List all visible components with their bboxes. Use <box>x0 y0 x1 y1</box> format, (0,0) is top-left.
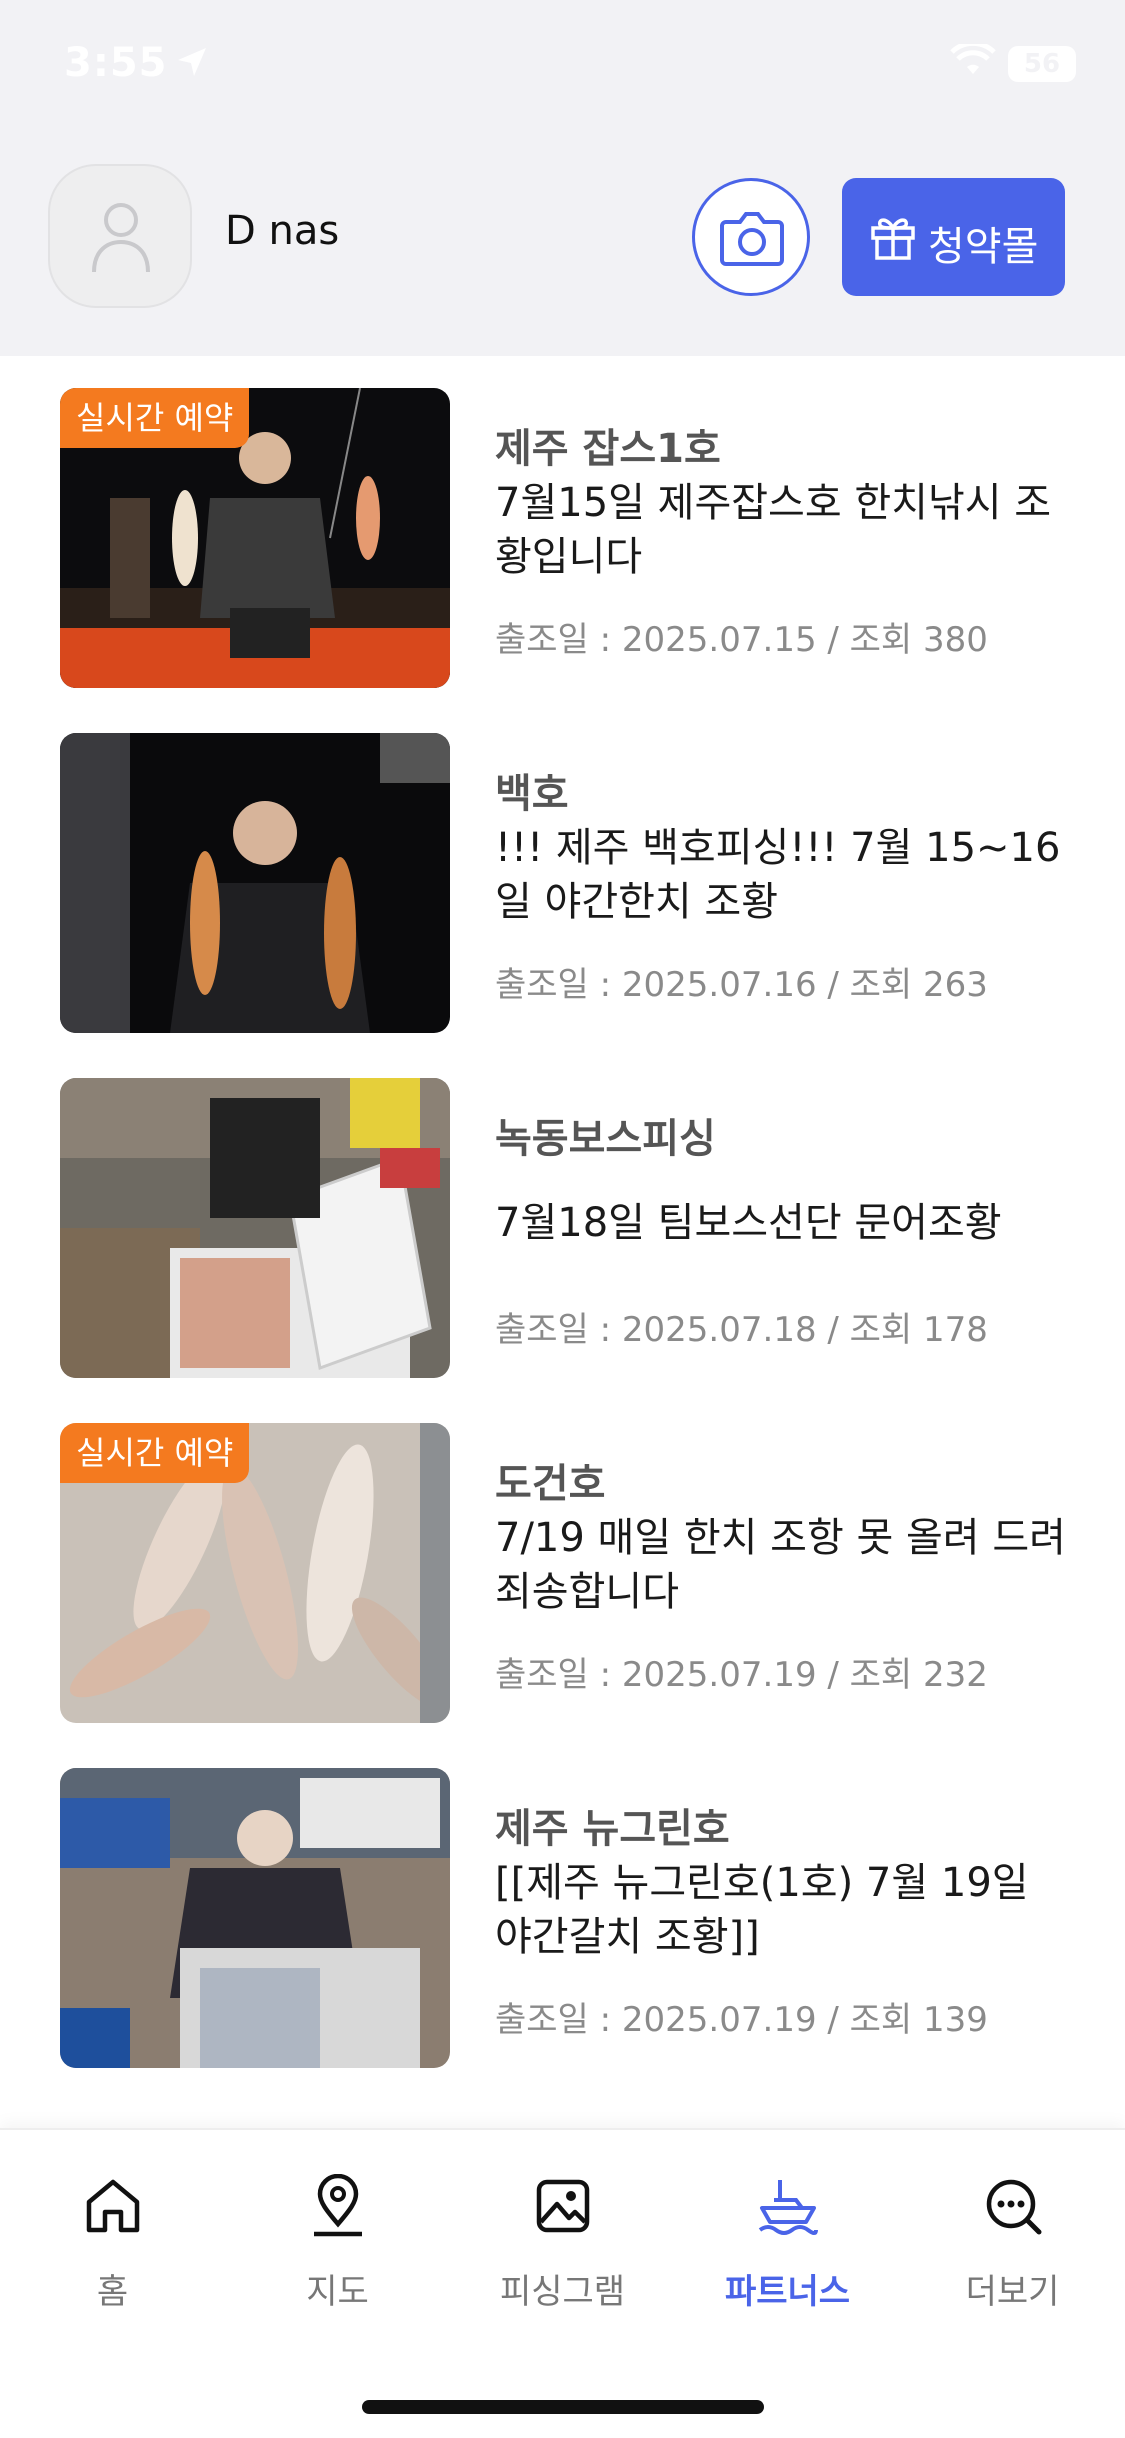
post-item[interactable]: 제주 뉴그린호 [[제주 뉴그린호(1호) 7월 19일 야간갈치 조황]] 출… <box>0 1736 1125 2081</box>
post-meta: 출조일 : 2025.07.15 / 조회 380 <box>495 620 988 660</box>
post-item[interactable]: 백호 !!! 제주 백호피싱!!! 7월 15~16일 야간한치 조황 출조일 … <box>0 701 1125 1046</box>
post-thumbnail <box>60 1768 450 2068</box>
tab-label: 홈 <box>96 2272 129 2312</box>
live-reservation-badge: 실시간 예약 <box>60 1423 250 1483</box>
post-description: 7/19 매일 한치 조항 못 올려 드려 죄송합니다 <box>495 1515 1066 1615</box>
wifi-icon <box>950 44 996 74</box>
map-pin-icon <box>313 2174 362 2237</box>
tab-partners[interactable]: 파트너스 <box>675 2174 900 2314</box>
location-arrow-icon <box>178 48 206 76</box>
post-title: 도건호 <box>495 1461 606 1507</box>
post-title: 녹동보스피싱 <box>495 1116 716 1162</box>
post-meta: 출조일 : 2025.07.16 / 조회 263 <box>495 965 988 1005</box>
post-thumbnail <box>60 1078 450 1378</box>
tab-label: 더보기 <box>965 2272 1060 2312</box>
tab-label: 지도 <box>306 2272 369 2312</box>
home-indicator[interactable] <box>362 2400 764 2414</box>
bottom-tab-bar: 홈 지도 피싱그램 파트너스 더보기 <box>0 2128 1125 2438</box>
tab-map[interactable]: 지도 <box>225 2174 450 2314</box>
post-thumbnail <box>60 733 450 1033</box>
status-bar: 3:55 56 <box>0 0 1125 140</box>
post-description: !!! 제주 백호피싱!!! 7월 15~16일 야간한치 조황 <box>495 825 1061 925</box>
more-search-icon <box>986 2179 1041 2235</box>
status-time: 3:55 <box>64 40 168 86</box>
fishing-photo-cooler <box>60 1078 450 1378</box>
post-title: 백호 <box>495 771 569 817</box>
post-meta: 출조일 : 2025.07.18 / 조회 178 <box>495 1310 988 1350</box>
fishing-photo-squid <box>60 733 450 1033</box>
gallery-icon <box>536 2179 589 2233</box>
post-thumbnail: 실시간 예약 <box>60 388 450 688</box>
post-description: 7월15일 제주잡스호 한치낚시 조황입니다 <box>495 480 1052 580</box>
post-item[interactable]: 실시간 예약 제주 잡스1호 7월15일 제주잡스호 한치낚시 조황입니다 출조… <box>0 356 1125 701</box>
user-name: D nas <box>225 208 340 254</box>
profile-header: D nas 청약몰 <box>0 140 1125 356</box>
tab-more[interactable]: 더보기 <box>900 2174 1125 2314</box>
post-item[interactable]: 실시간 예약 도건호 7/19 매일 한치 조항 못 올려 드려 죄송합니다 출… <box>0 1391 1125 1736</box>
user-icon <box>92 203 150 273</box>
boat-icon <box>758 2180 818 2235</box>
battery-indicator: 56 <box>1008 46 1076 82</box>
post-description: [[제주 뉴그린호(1호) 7월 19일 야간갈치 조황]] <box>495 1860 1029 1960</box>
shop-button[interactable]: 청약몰 <box>842 178 1065 296</box>
gift-icon <box>871 218 915 260</box>
camera-button[interactable] <box>692 178 810 296</box>
tab-home[interactable]: 홈 <box>0 2174 225 2314</box>
post-meta: 출조일 : 2025.07.19 / 조회 139 <box>495 2000 988 2040</box>
home-icon <box>86 2179 139 2233</box>
post-meta: 출조일 : 2025.07.19 / 조회 232 <box>495 1655 988 1695</box>
camera-icon <box>720 212 784 266</box>
tab-fishingram[interactable]: 피싱그램 <box>450 2174 675 2314</box>
hairtail-catch-photo <box>60 1768 450 2068</box>
shop-label: 청약몰 <box>928 224 1039 270</box>
post-thumbnail: 실시간 예약 <box>60 1423 450 1723</box>
post-title: 제주 뉴그린호 <box>495 1806 730 1852</box>
live-reservation-badge: 실시간 예약 <box>60 388 250 448</box>
tab-label: 피싱그램 <box>499 2272 626 2312</box>
post-item[interactable]: 녹동보스피싱 7월18일 팀보스선단 문어조황 출조일 : 2025.07.18… <box>0 1046 1125 1391</box>
tab-label: 파트너스 <box>724 2272 851 2312</box>
post-description: 7월18일 팀보스선단 문어조황 <box>495 1200 1002 1246</box>
post-title: 제주 잡스1호 <box>495 426 721 472</box>
avatar[interactable] <box>48 164 192 308</box>
